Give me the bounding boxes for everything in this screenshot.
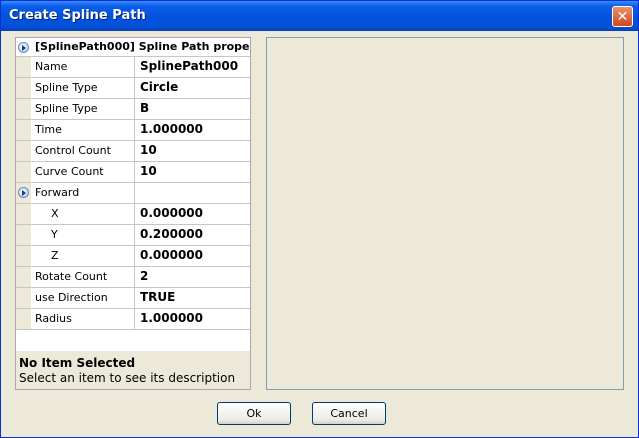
close-button[interactable]: ✕ (612, 6, 633, 27)
property-value[interactable]: 0.000000 (136, 204, 252, 224)
row-gutter (16, 78, 31, 98)
property-row-radius[interactable]: Radius 1.000000 (16, 309, 250, 330)
property-row-x[interactable]: X 0.000000 (16, 204, 250, 225)
row-gutter (16, 288, 31, 308)
property-grid-header[interactable]: [SplinePath000] Spline Path prope (16, 38, 250, 57)
preview-panel (266, 37, 624, 390)
row-gutter (16, 309, 31, 329)
cancel-button[interactable]: Cancel (312, 402, 386, 425)
property-grid: [SplinePath000] Spline Path prope Name S… (15, 37, 251, 390)
property-name: Rotate Count (31, 267, 135, 287)
property-name: X (31, 204, 135, 224)
row-gutter (16, 267, 31, 287)
property-row-use-direction[interactable]: use Direction TRUE (16, 288, 250, 309)
property-value[interactable]: B (136, 99, 252, 119)
row-gutter (16, 183, 31, 203)
property-value[interactable]: 10 (136, 141, 252, 161)
description-panel: No Item Selected Select an item to see i… (15, 351, 251, 390)
row-gutter (16, 204, 31, 224)
property-row-rotate-count[interactable]: Rotate Count 2 (16, 267, 250, 288)
row-gutter (16, 57, 31, 77)
row-gutter (16, 99, 31, 119)
property-value[interactable]: 1.000000 (136, 120, 252, 140)
property-value[interactable]: Circle (136, 78, 252, 98)
property-row-spline-type[interactable]: Spline Type Circle (16, 78, 250, 99)
ok-button[interactable]: Ok (217, 402, 291, 425)
property-value[interactable]: 0.000000 (136, 246, 252, 266)
window-title: Create Spline Path (9, 8, 146, 23)
property-name: Forward (31, 183, 135, 203)
property-value (136, 183, 252, 203)
property-grid-header-label: [SplinePath000] Spline Path prope (35, 40, 249, 53)
property-name: Spline Type (31, 78, 135, 98)
description-text: Select an item to see its description (19, 371, 236, 385)
property-row-y[interactable]: Y 0.200000 (16, 225, 250, 246)
create-spline-path-dialog: Create Spline Path ✕ [SplinePath000] Spl… (0, 0, 639, 438)
property-name: Name (31, 57, 135, 77)
property-value[interactable]: TRUE (136, 288, 252, 308)
row-gutter (16, 141, 31, 161)
property-name: Radius (31, 309, 135, 329)
property-value[interactable]: 10 (136, 162, 252, 182)
row-gutter (16, 246, 31, 266)
property-row-control-count[interactable]: Control Count 10 (16, 141, 250, 162)
close-icon: ✕ (616, 8, 629, 25)
row-gutter (16, 225, 31, 245)
property-row-curve-count[interactable]: Curve Count 10 (16, 162, 250, 183)
property-name: Spline Type (31, 99, 135, 119)
description-title: No Item Selected (19, 356, 136, 370)
property-row-forward[interactable]: Forward (16, 183, 250, 204)
property-name: Y (31, 225, 135, 245)
property-row-name[interactable]: Name SplinePath000 (16, 57, 250, 78)
property-row-spline-type-2[interactable]: Spline Type B (16, 99, 250, 120)
property-value[interactable]: 1.000000 (136, 309, 252, 329)
property-row-time[interactable]: Time 1.000000 (16, 120, 250, 141)
property-row-z[interactable]: Z 0.000000 (16, 246, 250, 267)
property-name: Curve Count (31, 162, 135, 182)
title-bar[interactable]: Create Spline Path ✕ (1, 1, 638, 31)
expand-icon[interactable] (18, 42, 29, 53)
property-name: use Direction (31, 288, 135, 308)
property-value[interactable]: 2 (136, 267, 252, 287)
property-value[interactable]: SplinePath000 (136, 57, 252, 77)
row-gutter (16, 162, 31, 182)
property-name: Time (31, 120, 135, 140)
row-gutter (16, 120, 31, 140)
expand-icon[interactable] (18, 187, 29, 198)
property-value[interactable]: 0.200000 (136, 225, 252, 245)
property-name: Z (31, 246, 135, 266)
property-name: Control Count (31, 141, 135, 161)
